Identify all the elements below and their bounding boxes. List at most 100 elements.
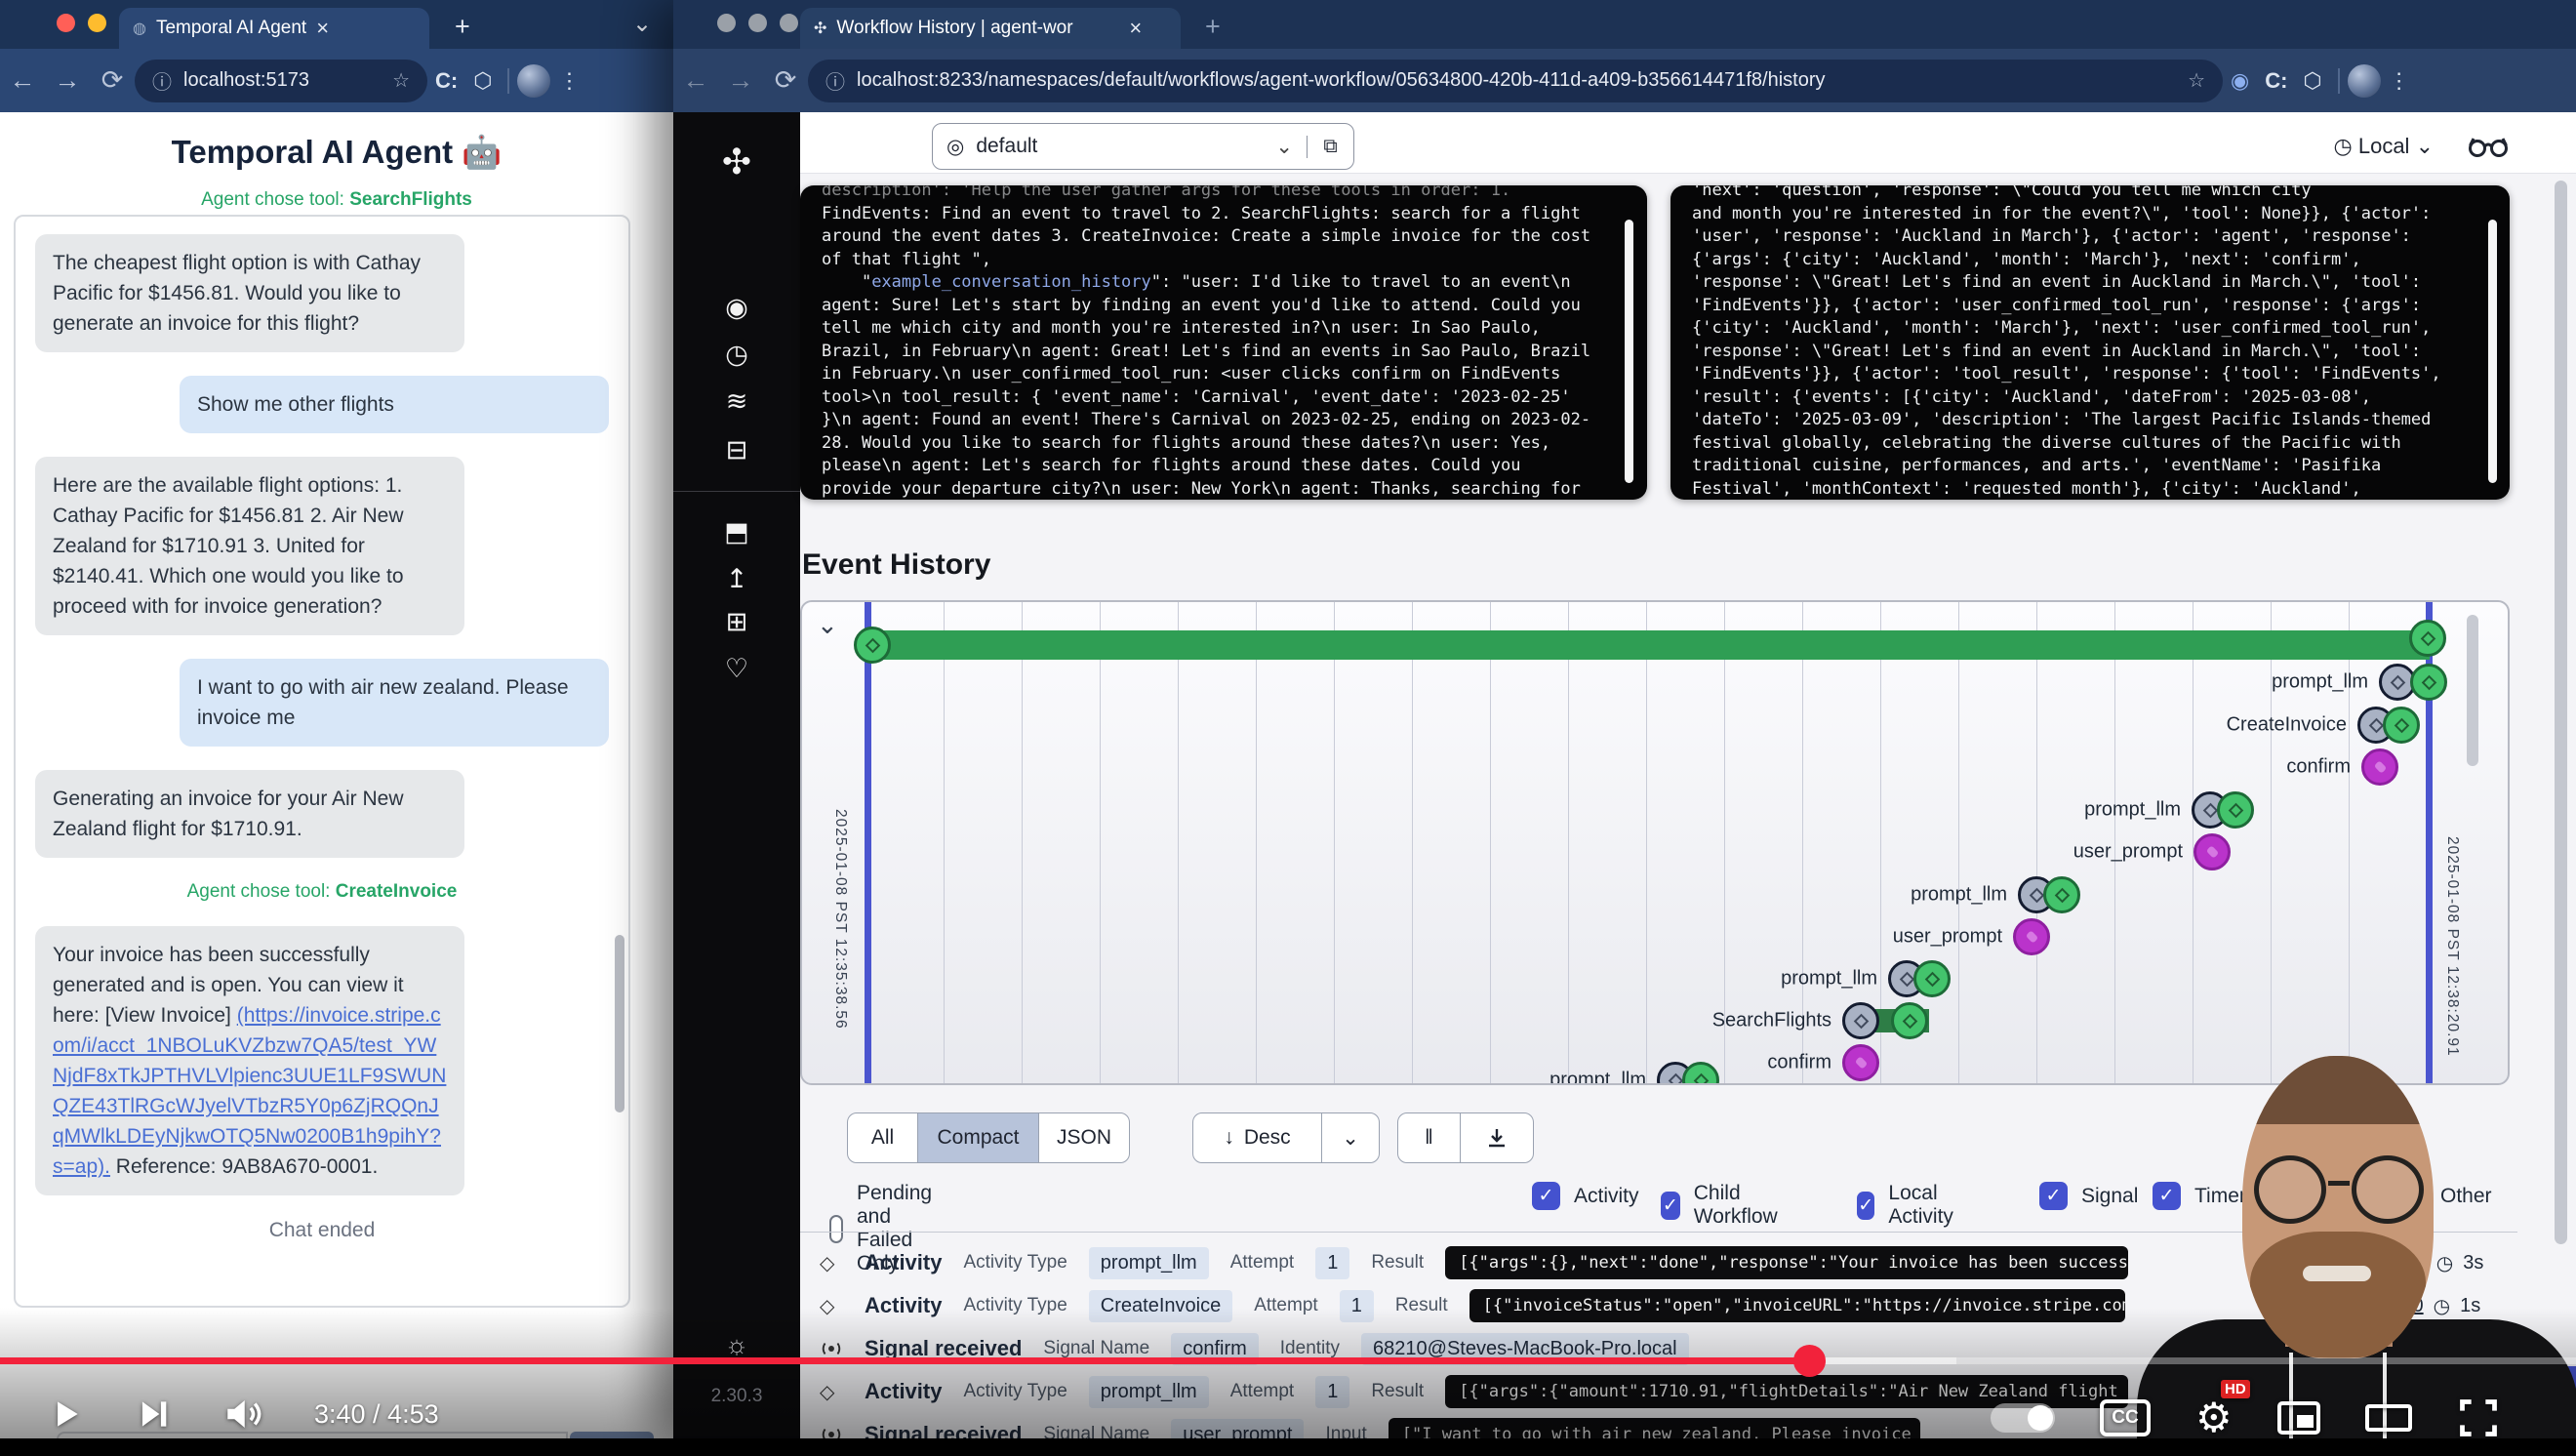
forward-button[interactable]: → (45, 65, 90, 96)
conversation-history-json-right[interactable]: 'next': 'question', 'response': \"Could … (1670, 185, 2510, 500)
code-scrollbar[interactable] (2488, 220, 2497, 483)
signal-node[interactable] (2194, 833, 2231, 870)
close-window-icon[interactable] (717, 14, 736, 32)
workflow-start-node[interactable] (854, 627, 891, 664)
signal-node[interactable] (2361, 748, 2398, 786)
batch-operations-nav-icon[interactable]: ≋ (673, 386, 800, 417)
bookmark-star-icon[interactable]: ☆ (392, 68, 410, 93)
result-code-chip[interactable]: [{"args":{},"next":"done","response":"Yo… (1445, 1246, 2128, 1279)
video-progress-track[interactable] (1956, 1357, 2576, 1364)
onepassword-extension-icon[interactable]: ◉ (2231, 68, 2249, 94)
window-controls[interactable] (717, 14, 798, 32)
filter-child-workflow[interactable]: ✓Child Workflow (1661, 1182, 1787, 1229)
bookmark-star-icon[interactable]: ☆ (2188, 68, 2205, 93)
activity-completed-node[interactable] (2410, 664, 2447, 701)
back-button[interactable]: ← (673, 65, 718, 96)
maximize-window-icon[interactable] (780, 14, 798, 32)
profile-avatar[interactable] (517, 64, 550, 98)
theater-mode-button[interactable] (2365, 1404, 2412, 1432)
browser-menu-kebab-icon[interactable]: ⋮ (2389, 68, 2410, 94)
chat-scrollbar[interactable] (615, 935, 624, 1112)
filter-activity[interactable]: ✓Activity (1532, 1182, 1639, 1210)
schedules-nav-icon[interactable]: ◷ (673, 340, 800, 370)
activity-completed-node[interactable] (1682, 1062, 1719, 1085)
captions-button[interactable]: CC (2100, 1399, 2151, 1436)
pause-button[interactable]: ‖ (1398, 1113, 1461, 1162)
activity-completed-node[interactable] (2383, 707, 2420, 744)
profile-avatar[interactable] (2348, 64, 2381, 98)
filter-signal[interactable]: ✓Signal (2039, 1182, 2138, 1210)
tab-workflow-history[interactable]: ✣ Workflow History | agent-wor × (800, 8, 1181, 49)
video-playhead[interactable] (1793, 1345, 1826, 1377)
coderabbit-extension-icon[interactable]: C: (435, 68, 458, 94)
close-window-icon[interactable] (57, 14, 75, 32)
tab-temporal-ai-agent[interactable]: ◍ Temporal AI Agent × (119, 8, 429, 49)
temporal-logo-icon[interactable]: ✣ (673, 142, 800, 182)
autoplay-toggle[interactable] (1991, 1403, 2055, 1433)
next-video-button[interactable] (135, 1394, 172, 1435)
address-bar[interactable]: ⓘ localhost:5173 ☆ (135, 60, 427, 102)
workflows-nav-icon[interactable]: ◉ (673, 293, 800, 323)
view-json-button[interactable]: JSON (1039, 1113, 1129, 1162)
activity-completed-node[interactable] (1913, 960, 1951, 997)
tab-list-chevron-icon[interactable]: ⌄ (632, 10, 652, 38)
activity-completed-node[interactable] (2217, 791, 2254, 829)
open-namespace-external-icon[interactable]: ⧉ (1307, 136, 1353, 158)
new-tab-button[interactable]: + (455, 12, 470, 42)
filter-local-activity[interactable]: ✓Local Activity (1857, 1182, 1964, 1229)
address-bar[interactable]: ⓘ localhost:8233/namespaces/default/work… (808, 60, 2223, 102)
video-progress-played[interactable] (0, 1357, 1810, 1364)
video-progress-buffered[interactable] (1810, 1357, 1956, 1364)
fullscreen-button[interactable] (2457, 1396, 2500, 1439)
activity-type-chip: prompt_llm (1089, 1247, 1209, 1279)
collapse-chevron-icon[interactable]: ⌄ (817, 610, 838, 640)
activity-scheduled-node[interactable] (1842, 1002, 1879, 1039)
view-compact-button[interactable]: Compact (918, 1113, 1039, 1162)
play-button[interactable] (47, 1394, 84, 1435)
archive-nav-icon[interactable]: ⊟ (673, 435, 800, 465)
coderabbit-extension-icon[interactable]: C: (2265, 68, 2287, 94)
workflow-end-node[interactable] (2409, 620, 2446, 657)
signal-node[interactable] (2013, 918, 2050, 955)
volume-button[interactable] (222, 1394, 263, 1435)
reader-glasses-icon[interactable] (2469, 134, 2508, 159)
minimize-window-icon[interactable] (748, 14, 767, 32)
close-tab-icon[interactable]: × (316, 16, 329, 41)
reload-button[interactable]: ⟳ (763, 65, 808, 96)
import-nav-icon[interactable]: ↥ (673, 564, 800, 594)
download-history-button[interactable] (1461, 1113, 1533, 1162)
extensions-puzzle-icon[interactable]: ⬡ (473, 68, 492, 94)
reload-button[interactable]: ⟳ (90, 65, 135, 96)
back-button[interactable]: ← (0, 65, 45, 96)
filter-timer[interactable]: ✓Timer (2153, 1182, 2246, 1210)
miniplayer-button[interactable] (2277, 1401, 2320, 1435)
page-scrollbar[interactable] (2555, 181, 2567, 1244)
sort-desc-button[interactable]: ↓Desc (1193, 1113, 1322, 1162)
site-info-icon[interactable]: ⓘ (152, 66, 172, 95)
settings-gear-button[interactable]: ⚙HD (2195, 1394, 2233, 1441)
site-info-icon[interactable]: ⓘ (825, 66, 845, 95)
workflow-input-json-left[interactable]: description': 'Help the user gather args… (800, 185, 1647, 500)
close-tab-icon[interactable]: × (1129, 16, 1142, 41)
workflow-execution-bar[interactable] (868, 630, 2430, 660)
activity-completed-node[interactable] (1891, 1002, 1928, 1039)
namespaces-nav-icon[interactable]: ⬒ (673, 517, 800, 547)
browser-menu-kebab-icon[interactable]: ⋮ (558, 68, 580, 94)
signal-node[interactable] (1842, 1044, 1879, 1081)
minimize-window-icon[interactable] (88, 14, 106, 32)
sort-dropdown-chevron[interactable]: ⌄ (1322, 1113, 1379, 1162)
forward-button[interactable]: → (718, 65, 763, 96)
invoice-link[interactable]: (https://invoice.stripe.com/i/acct_1NBOL… (53, 1004, 446, 1178)
event-history-timeline[interactable]: ⌄ 2025-01-08 PST 12:35:38.56 2025-01-08 … (800, 600, 2510, 1085)
extensions-puzzle-icon[interactable]: ⬡ (2303, 68, 2321, 94)
namespace-select[interactable]: ◎ default ⌄ ⧉ (932, 123, 1354, 170)
dev-tools-nav-icon[interactable]: ⊞ (673, 607, 800, 637)
feedback-heart-icon[interactable]: ♡ (673, 654, 800, 684)
code-scrollbar[interactable] (1625, 220, 1633, 483)
new-tab-button[interactable]: + (1205, 12, 1221, 42)
activity-completed-node[interactable] (2043, 876, 2080, 913)
view-all-button[interactable]: All (848, 1113, 918, 1162)
chat-message-list[interactable]: The cheapest flight option is with Catha… (14, 215, 630, 1308)
timeline-scrollbar[interactable] (2467, 615, 2478, 766)
timezone-select[interactable]: ◷ Local ⌄ (2334, 134, 2434, 159)
